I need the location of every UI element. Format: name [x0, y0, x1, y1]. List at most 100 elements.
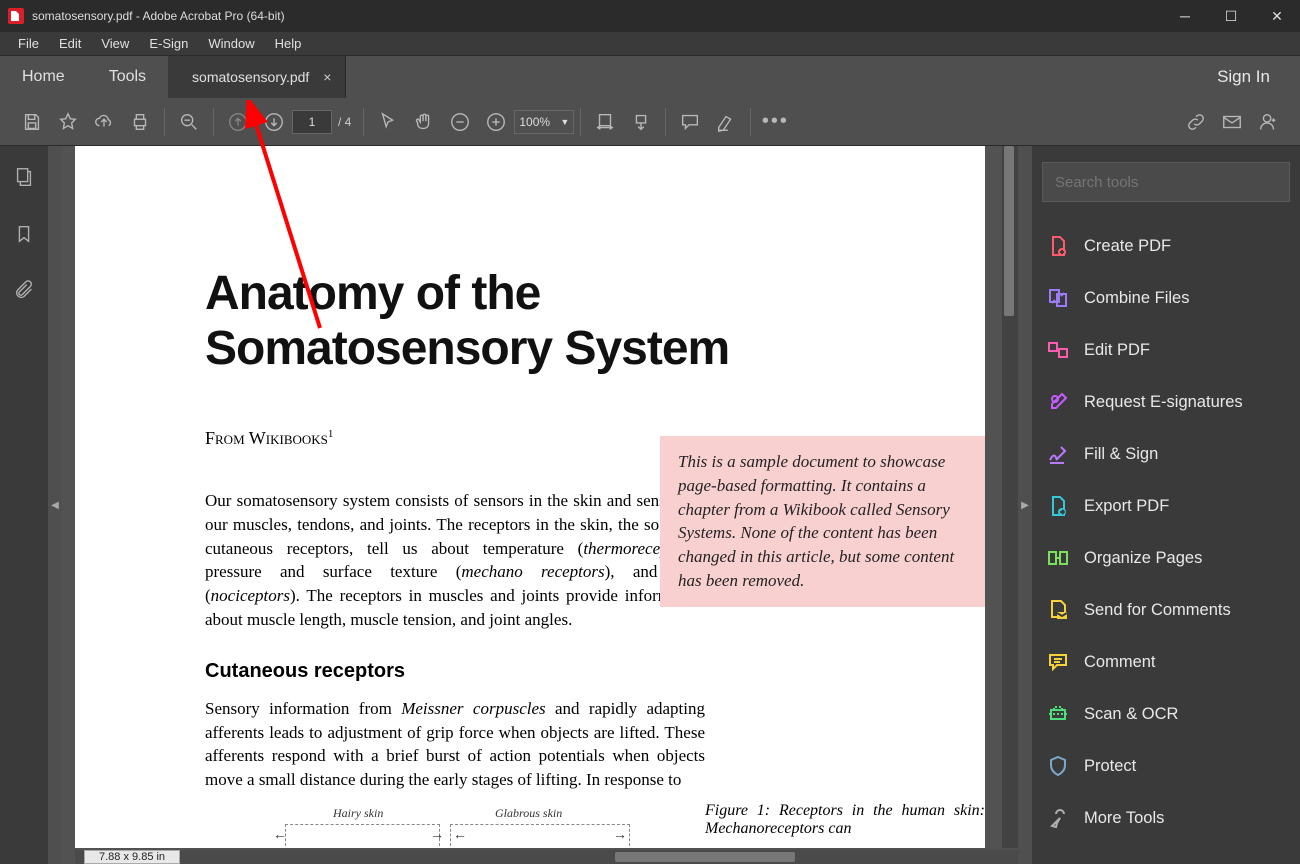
- highlight-icon[interactable]: [708, 104, 744, 140]
- tool-item-combine[interactable]: Combine Files: [1042, 272, 1290, 324]
- tool-item-label: Create PDF: [1084, 237, 1171, 256]
- tool-item-label: Request E-signatures: [1084, 393, 1243, 412]
- sign-in-button[interactable]: Sign In: [1217, 67, 1270, 87]
- vertical-scrollbar[interactable]: [1002, 146, 1018, 848]
- expand-right-handle[interactable]: ▶: [1018, 146, 1032, 864]
- sign-icon: [1046, 390, 1070, 414]
- search-tools-input[interactable]: [1042, 162, 1290, 202]
- attachments-icon[interactable]: [13, 280, 35, 307]
- zoom-out-icon[interactable]: [442, 104, 478, 140]
- tab-document-label: somatosensory.pdf: [192, 69, 309, 85]
- tool-item-label: More Tools: [1084, 809, 1164, 828]
- left-nav-rail: [0, 146, 48, 864]
- tool-item-sign[interactable]: Request E-signatures: [1042, 376, 1290, 428]
- tool-item-create[interactable]: Create PDF: [1042, 220, 1290, 272]
- tool-item-label: Combine Files: [1084, 289, 1189, 308]
- share-link-icon[interactable]: [1178, 104, 1214, 140]
- body-paragraph-1: Our somatosensory system consists of sen…: [205, 489, 705, 632]
- menubar: File Edit View E-Sign Window Help: [0, 32, 1300, 56]
- selection-cursor-icon[interactable]: [370, 104, 406, 140]
- cloud-upload-icon[interactable]: [86, 104, 122, 140]
- tool-item-label: Edit PDF: [1084, 341, 1150, 360]
- page-viewport[interactable]: Anatomy of the Somatosensory System From…: [62, 146, 1018, 864]
- body-paragraph-2: Sensory information from Meissner corpus…: [205, 697, 705, 792]
- close-tab-icon[interactable]: ×: [323, 69, 331, 85]
- tab-tools[interactable]: Tools: [87, 56, 168, 98]
- tool-item-fill[interactable]: Fill & Sign: [1042, 428, 1290, 480]
- tools-panel: Create PDF Combine Files Edit PDF Request E…: [1032, 146, 1300, 864]
- more-tools-icon[interactable]: •••: [757, 104, 793, 140]
- window-title: somatosensory.pdf - Adobe Acrobat Pro (6…: [32, 9, 285, 23]
- tool-item-send[interactable]: Send for Comments: [1042, 584, 1290, 636]
- bookmarks-icon[interactable]: [13, 223, 35, 250]
- tool-item-protect[interactable]: Protect: [1042, 740, 1290, 792]
- maximize-button[interactable]: ☐: [1208, 0, 1254, 32]
- titlebar: somatosensory.pdf - Adobe Acrobat Pro (6…: [0, 0, 1300, 32]
- tab-document[interactable]: somatosensory.pdf ×: [168, 56, 346, 98]
- fit-page-icon[interactable]: [623, 104, 659, 140]
- send-icon: [1046, 598, 1070, 622]
- tab-home[interactable]: Home: [0, 56, 87, 98]
- zoom-in-icon[interactable]: [478, 104, 514, 140]
- minimize-button[interactable]: ─: [1162, 0, 1208, 32]
- skin-diagram: ← Hairy skin → ← Glabrous skin →: [205, 806, 635, 848]
- page-dimensions-label: 7.88 x 9.85 in: [84, 850, 180, 864]
- comment-icon: [1046, 650, 1070, 674]
- section-heading: Cutaneous receptors: [205, 660, 855, 683]
- more-icon: [1046, 806, 1070, 830]
- tool-item-label: Fill & Sign: [1084, 445, 1158, 464]
- tool-item-label: Scan & OCR: [1084, 705, 1178, 724]
- save-icon[interactable]: [14, 104, 50, 140]
- app-icon: [8, 8, 24, 24]
- toolbar: / 4 100%▼ •••: [0, 98, 1300, 146]
- scan-icon: [1046, 702, 1070, 726]
- tool-item-more[interactable]: More Tools: [1042, 792, 1290, 844]
- horizontal-scrollbar[interactable]: [75, 850, 1018, 864]
- tabbar: Home Tools somatosensory.pdf × Sign In: [0, 56, 1300, 98]
- zoom-select[interactable]: 100%▼: [514, 110, 574, 134]
- create-icon: [1046, 234, 1070, 258]
- doc-title: Anatomy of the Somatosensory System: [205, 266, 855, 376]
- star-icon[interactable]: [50, 104, 86, 140]
- menu-view[interactable]: View: [91, 36, 139, 51]
- callout-box: This is a sample document to showcase pa…: [660, 436, 985, 607]
- tool-item-organize[interactable]: Organize Pages: [1042, 532, 1290, 584]
- workspace: ◀ Anatomy of the Somatosensory System Fr…: [0, 146, 1300, 864]
- edit-icon: [1046, 338, 1070, 362]
- comment-icon[interactable]: [672, 104, 708, 140]
- menu-esign[interactable]: E-Sign: [139, 36, 198, 51]
- tool-item-label: Send for Comments: [1084, 601, 1231, 620]
- page-number-input[interactable]: [292, 110, 332, 134]
- tool-item-comment[interactable]: Comment: [1042, 636, 1290, 688]
- email-icon[interactable]: [1214, 104, 1250, 140]
- fit-width-icon[interactable]: [587, 104, 623, 140]
- combine-icon: [1046, 286, 1070, 310]
- pdf-page: Anatomy of the Somatosensory System From…: [75, 146, 985, 848]
- menu-help[interactable]: Help: [265, 36, 312, 51]
- tool-item-label: Organize Pages: [1084, 549, 1202, 568]
- organize-icon: [1046, 546, 1070, 570]
- figure-caption: Figure 1: Receptors in the hu­man skin: …: [705, 802, 985, 838]
- tool-item-label: Export PDF: [1084, 497, 1169, 516]
- page-total-label: / 4: [338, 115, 351, 129]
- menu-edit[interactable]: Edit: [49, 36, 91, 51]
- tool-item-edit[interactable]: Edit PDF: [1042, 324, 1290, 376]
- find-zoom-icon[interactable]: [171, 104, 207, 140]
- tool-item-scan[interactable]: Scan & OCR: [1042, 688, 1290, 740]
- print-icon[interactable]: [122, 104, 158, 140]
- protect-icon: [1046, 754, 1070, 778]
- next-page-icon[interactable]: [256, 104, 292, 140]
- hand-pan-icon[interactable]: [406, 104, 442, 140]
- tool-item-label: Protect: [1084, 757, 1136, 776]
- tool-item-label: Comment: [1084, 653, 1156, 672]
- fill-icon: [1046, 442, 1070, 466]
- prev-page-icon[interactable]: [220, 104, 256, 140]
- menu-window[interactable]: Window: [198, 36, 264, 51]
- menu-file[interactable]: File: [8, 36, 49, 51]
- tool-item-export[interactable]: Export PDF: [1042, 480, 1290, 532]
- share-user-icon[interactable]: [1250, 104, 1286, 140]
- thumbnails-icon[interactable]: [13, 166, 35, 193]
- export-icon: [1046, 494, 1070, 518]
- expand-left-handle[interactable]: ◀: [48, 146, 62, 864]
- close-window-button[interactable]: ✕: [1254, 0, 1300, 32]
